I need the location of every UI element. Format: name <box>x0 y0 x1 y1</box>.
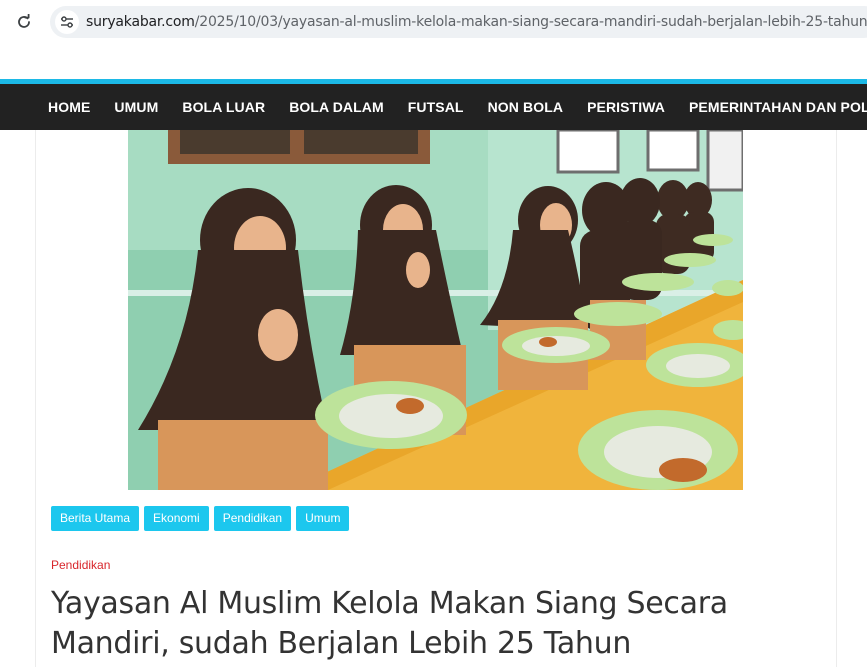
main-navigation: HOME UMUM BOLA LUAR BOLA DALAM FUTSAL NO… <box>0 84 867 130</box>
url-text[interactable]: suryakabar.com/2025/10/03/yayasan-al-mus… <box>86 14 867 30</box>
reload-icon[interactable] <box>12 10 36 34</box>
article-tags: Berita Utama Ekonomi Pendidikan Umum <box>51 506 350 531</box>
tag-ekonomi[interactable]: Ekonomi <box>144 506 209 531</box>
nav-item-bola-dalam[interactable]: BOLA DALAM <box>277 99 396 115</box>
browser-toolbar: suryakabar.com/2025/10/03/yayasan-al-mus… <box>0 0 867 44</box>
nav-item-futsal[interactable]: FUTSAL <box>396 99 476 115</box>
nav-item-umum[interactable]: UMUM <box>102 99 170 115</box>
url-path: /2025/10/03/yayasan-al-muslim-kelola-mak… <box>194 14 867 30</box>
article-category-link[interactable]: Pendidikan <box>51 558 110 572</box>
nav-item-home[interactable]: HOME <box>36 99 102 115</box>
tag-pendidikan[interactable]: Pendidikan <box>213 506 292 531</box>
nav-item-non-bola[interactable]: NON BOLA <box>476 99 575 115</box>
site-settings-icon[interactable] <box>55 10 79 34</box>
article-featured-image[interactable] <box>128 130 743 490</box>
tag-umum[interactable]: Umum <box>296 506 350 531</box>
nav-item-peristiwa[interactable]: PERISTIWA <box>575 99 677 115</box>
nav-item-pemerintahan-dan-politik[interactable]: PEMERINTAHAN DAN POLITIK <box>677 99 867 115</box>
article-title: Yayasan Al Muslim Kelola Makan Siang Sec… <box>51 586 728 661</box>
nav-item-bola-luar[interactable]: BOLA LUAR <box>170 99 277 115</box>
url-host: suryakabar.com <box>86 14 195 30</box>
tag-berita-utama[interactable]: Berita Utama <box>51 506 140 531</box>
address-bar[interactable]: suryakabar.com/2025/10/03/yayasan-al-mus… <box>50 6 867 38</box>
